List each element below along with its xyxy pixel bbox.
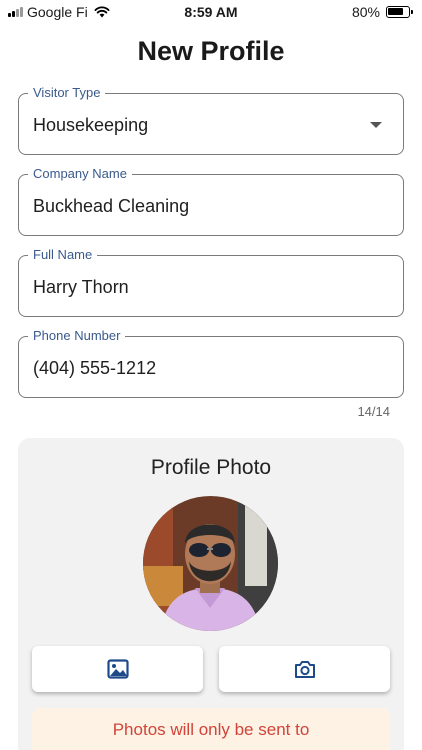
image-icon bbox=[106, 659, 129, 679]
full-name-field[interactable]: Full Name Harry Thorn bbox=[18, 247, 404, 317]
photo-notice-text: Photos will only be sent to bbox=[112, 720, 310, 739]
status-right: 80% bbox=[351, 4, 413, 20]
battery-cap bbox=[411, 10, 413, 14]
visitor-type-value: Housekeeping bbox=[33, 115, 149, 135]
visitor-type-select[interactable]: Visitor Type Housekeeping bbox=[18, 85, 404, 155]
profile-photo-card: Profile Photo Photos will only be sent t… bbox=[18, 438, 404, 750]
visitor-type-label: Visitor Type bbox=[28, 85, 106, 101]
phone-number-value[interactable]: (404) 555-1212 bbox=[33, 358, 156, 379]
status-bar: Google Fi 8:59 AM 80% bbox=[0, 0, 422, 26]
company-name-value[interactable]: Buckhead Cleaning bbox=[33, 196, 189, 217]
company-name-field[interactable]: Company Name Buckhead Cleaning bbox=[18, 166, 404, 236]
full-name-value[interactable]: Harry Thorn bbox=[33, 277, 129, 298]
battery-icon bbox=[386, 6, 413, 18]
full-name-label: Full Name bbox=[28, 247, 98, 263]
battery-level-fill bbox=[388, 8, 403, 15]
avatar-image bbox=[143, 496, 278, 631]
profile-photo-avatar bbox=[143, 496, 278, 631]
camera-icon bbox=[294, 661, 315, 678]
battery-percent: 80% bbox=[351, 4, 380, 20]
photo-notice: Photos will only be sent to bbox=[32, 708, 390, 750]
take-photo-button[interactable] bbox=[219, 646, 390, 692]
dropdown-arrow-icon[interactable] bbox=[370, 122, 382, 128]
choose-from-gallery-button[interactable] bbox=[32, 646, 203, 692]
company-name-label: Company Name bbox=[28, 166, 132, 182]
profile-photo-title: Profile Photo bbox=[150, 456, 272, 479]
phone-character-counter: 14/14 bbox=[357, 404, 390, 419]
page-title: New Profile bbox=[137, 36, 285, 66]
phone-number-label: Phone Number bbox=[28, 328, 126, 344]
phone-number-field[interactable]: Phone Number (404) 555-1212 bbox=[18, 328, 404, 398]
